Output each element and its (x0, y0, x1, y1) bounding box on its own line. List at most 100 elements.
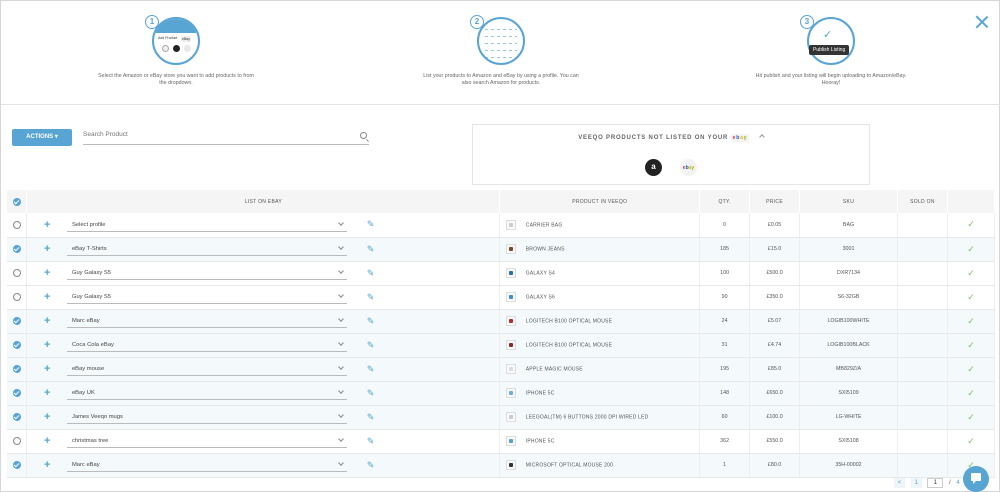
add-cell[interactable]: + (26, 309, 67, 334)
row-select-cell[interactable] (7, 453, 28, 478)
profile-value: Select profile (71, 221, 106, 228)
pencil-icon[interactable]: ✎ (367, 268, 375, 278)
row-select-checkbox[interactable] (12, 437, 21, 445)
edit-cell[interactable]: ✎ (364, 261, 501, 286)
profile-select[interactable]: eBay UK (66, 386, 347, 400)
plus-icon[interactable]: + (44, 339, 50, 351)
ebay-store-icon[interactable]: ebay (680, 159, 697, 176)
row-select-checkbox[interactable] (12, 365, 21, 373)
row-select-cell[interactable] (7, 429, 28, 454)
profile-select[interactable]: Select profile (66, 218, 347, 232)
step-3-number: 3 (800, 15, 814, 29)
profile-select[interactable]: eBay T-Shirts (66, 242, 347, 256)
pencil-icon[interactable]: ✎ (367, 460, 375, 470)
select-all-checkbox[interactable] (12, 197, 21, 206)
edit-cell[interactable]: ✎ (364, 453, 501, 478)
row-select-checkbox[interactable] (12, 389, 21, 397)
row-select-cell[interactable] (7, 357, 28, 382)
row-select-checkbox[interactable] (12, 341, 21, 349)
pencil-icon[interactable]: ✎ (367, 219, 375, 229)
edit-cell[interactable]: ✎ (364, 237, 501, 262)
plus-icon[interactable]: + (44, 435, 50, 447)
product-thumbnail (506, 340, 517, 350)
row-select-checkbox[interactable] (12, 245, 21, 253)
pencil-icon[interactable]: ✎ (367, 388, 375, 398)
edit-cell[interactable]: ✎ (364, 213, 501, 238)
add-cell[interactable]: + (26, 333, 67, 358)
profile-select[interactable]: christmas tree (66, 434, 347, 448)
add-cell[interactable]: + (26, 429, 67, 454)
row-select-checkbox[interactable] (12, 293, 21, 301)
product-name: IPHONE 5C (525, 438, 555, 445)
edit-cell[interactable]: ✎ (364, 285, 501, 310)
row-select-checkbox[interactable] (12, 269, 21, 277)
add-cell[interactable]: + (26, 213, 67, 238)
select-all-cell[interactable] (7, 190, 28, 213)
row-select-cell[interactable] (7, 381, 28, 406)
row-select-cell[interactable] (7, 213, 28, 238)
add-cell[interactable]: + (26, 381, 67, 406)
plus-icon[interactable]: + (44, 411, 50, 423)
actions-button[interactable]: ACTIONS ▾ (12, 129, 72, 146)
edit-cell[interactable]: ✎ (364, 381, 501, 406)
add-cell[interactable]: + (26, 285, 67, 310)
pencil-icon[interactable]: ✎ (367, 340, 375, 350)
search-input[interactable] (83, 131, 353, 138)
row-select-checkbox[interactable] (12, 220, 21, 229)
profile-select[interactable]: Guy Galaxy S5 (66, 266, 347, 280)
page-1-button[interactable]: 1 (910, 478, 922, 488)
add-cell[interactable]: + (26, 453, 67, 478)
row-select-cell[interactable] (7, 333, 28, 358)
pencil-icon[interactable]: ✎ (367, 364, 375, 374)
page-input[interactable]: 1 (927, 478, 944, 488)
row-select-cell[interactable] (7, 237, 28, 262)
edit-cell[interactable]: ✎ (364, 429, 501, 454)
row-select-cell[interactable] (7, 405, 28, 430)
profile-select[interactable]: James Veeqo mugs (66, 410, 347, 424)
row-select-cell[interactable] (7, 309, 28, 334)
row-select-checkbox[interactable] (12, 461, 21, 469)
page-total: 4 (956, 480, 960, 486)
chevron-up-icon[interactable] (758, 134, 765, 141)
add-cell[interactable]: + (26, 261, 67, 286)
plus-icon[interactable]: + (44, 459, 50, 471)
profile-select[interactable]: Coca Cola eBay (66, 338, 347, 352)
edit-cell[interactable]: ✎ (364, 309, 501, 334)
edit-cell[interactable]: ✎ (364, 333, 501, 358)
search-icon[interactable] (360, 132, 367, 139)
pencil-icon[interactable]: ✎ (367, 292, 375, 302)
add-cell[interactable]: + (26, 405, 67, 430)
add-cell[interactable]: + (26, 237, 67, 262)
prev-page-button[interactable]: < (894, 478, 905, 488)
plus-icon[interactable]: + (44, 315, 50, 327)
row-select-checkbox[interactable] (12, 317, 21, 325)
chevron-down-icon (338, 436, 344, 442)
amazon-store-icon[interactable]: a (645, 159, 662, 176)
pencil-icon[interactable]: ✎ (367, 412, 375, 422)
edit-cell[interactable]: ✎ (364, 405, 501, 430)
plus-icon[interactable]: + (44, 219, 50, 231)
profile-select[interactable]: Marc eBay (66, 458, 347, 472)
chat-icon[interactable] (963, 466, 989, 492)
add-cell[interactable]: + (26, 357, 67, 382)
sku-cell: LOGIB100WHITE (799, 309, 898, 334)
row-select-cell[interactable] (7, 285, 28, 310)
profile-select[interactable]: eBay mouse (66, 362, 347, 376)
row-select-cell[interactable] (7, 261, 28, 286)
plus-icon[interactable]: + (44, 267, 50, 279)
edit-cell[interactable]: ✎ (364, 357, 501, 382)
row-select-checkbox[interactable] (12, 413, 21, 421)
profile-select[interactable]: Marc eBay (66, 314, 347, 328)
pencil-icon[interactable]: ✎ (367, 244, 375, 254)
sku-cell: DXR7134 (799, 261, 898, 286)
profile-select[interactable]: Guy Galaxy S5 (66, 290, 347, 304)
plus-icon[interactable]: + (44, 363, 50, 375)
product-thumbnail (506, 268, 517, 278)
plus-icon[interactable]: + (44, 291, 50, 303)
pencil-icon[interactable]: ✎ (367, 316, 375, 326)
step-1-description: Select the Amazon or eBay store you want… (98, 73, 254, 86)
plus-icon[interactable]: + (44, 387, 50, 399)
pencil-icon[interactable]: ✎ (367, 436, 375, 446)
table-header-row: LIST ON EBAY PRODUCT IN VEEQO QTY. PRICE… (7, 190, 996, 213)
plus-icon[interactable]: + (44, 243, 50, 255)
